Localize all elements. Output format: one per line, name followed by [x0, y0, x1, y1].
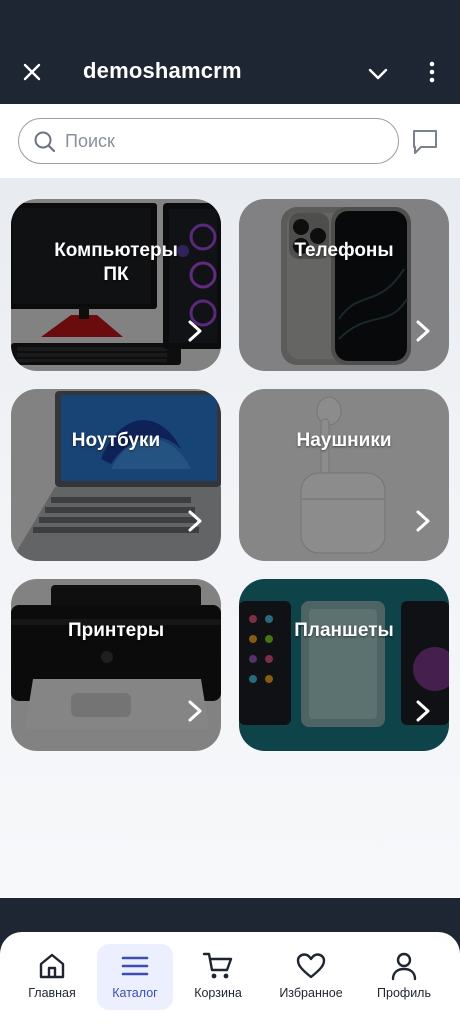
chevron-right-icon: [188, 510, 202, 532]
category-label: Ноутбуки: [71, 430, 161, 451]
headphones-image: [239, 389, 449, 561]
catalog-grid: Компьютеры ПК Телефоны Ноутбуки Наушники…: [0, 178, 460, 898]
app-header: demoshamcrm: [0, 0, 460, 104]
category-label: Телефоны: [294, 240, 394, 261]
category-tile-phones[interactable]: Телефоны: [239, 199, 449, 371]
home-icon: [39, 953, 65, 979]
printers-image: [11, 579, 221, 751]
user-icon: [391, 952, 417, 981]
chevron-right-icon: [188, 700, 202, 722]
category-tile-computers[interactable]: Компьютеры ПК: [11, 199, 221, 371]
bottom-navigation: Главная Каталог Корзина Избранное Профил…: [0, 932, 460, 1024]
laptops-image: [11, 389, 221, 561]
category-label: Принтеры: [67, 620, 165, 641]
chevron-right-icon: [416, 320, 430, 342]
category-tile-headphones[interactable]: Наушники: [239, 389, 449, 561]
tablets-image: [239, 579, 449, 751]
search-icon: [34, 131, 56, 153]
page-title: demoshamcrm: [83, 58, 242, 83]
search-bar: [0, 104, 460, 178]
menu-icon: [121, 956, 149, 976]
heart-icon: [296, 953, 326, 979]
category-tile-printers[interactable]: Принтеры: [11, 579, 221, 751]
chat-icon[interactable]: [410, 128, 440, 156]
category-tile-tablets[interactable]: Планшеты: [239, 579, 449, 751]
phones-image: [239, 199, 449, 371]
more-vertical-icon[interactable]: [420, 60, 444, 84]
chevron-right-icon: [188, 320, 202, 342]
search-input[interactable]: [65, 127, 385, 155]
search-field[interactable]: [18, 118, 399, 164]
nav-profile[interactable]: Профиль: [366, 944, 442, 1010]
close-icon[interactable]: [20, 60, 44, 84]
nav-home[interactable]: Главная: [14, 944, 90, 1010]
nav-cart[interactable]: Корзина: [180, 944, 256, 1010]
nav-catalog[interactable]: Каталог: [97, 944, 173, 1010]
chevron-right-icon: [416, 510, 430, 532]
chevron-down-icon[interactable]: [366, 62, 390, 86]
category-label: Компьютеры ПК: [54, 240, 178, 285]
nav-favorites[interactable]: Избранное: [273, 944, 349, 1010]
category-tile-laptops[interactable]: Ноутбуки: [11, 389, 221, 561]
category-label: Планшеты: [294, 620, 394, 641]
cart-icon: [202, 952, 233, 979]
category-label: Наушники: [296, 430, 392, 451]
chevron-right-icon: [416, 700, 430, 722]
